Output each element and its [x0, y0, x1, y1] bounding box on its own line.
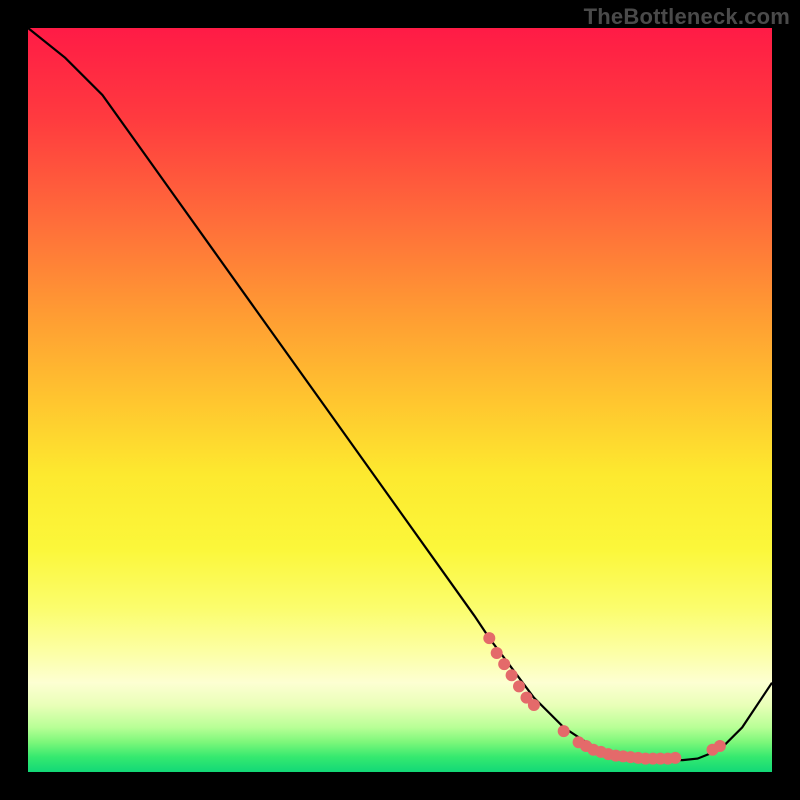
marker-dot [528, 699, 540, 711]
marker-dot [498, 658, 510, 670]
curve-svg [28, 28, 772, 772]
chart-frame: TheBottleneck.com [0, 0, 800, 800]
marker-dot [558, 725, 570, 737]
gradient-plot-area [28, 28, 772, 772]
marker-dot [506, 669, 518, 681]
watermark-label: TheBottleneck.com [584, 4, 790, 30]
marker-dot [483, 632, 495, 644]
marker-dot [669, 752, 681, 764]
marker-dot [714, 740, 726, 752]
marker-group [483, 632, 726, 765]
marker-dot [513, 680, 525, 692]
marker-dot [491, 647, 503, 659]
bottleneck-curve [28, 28, 772, 760]
